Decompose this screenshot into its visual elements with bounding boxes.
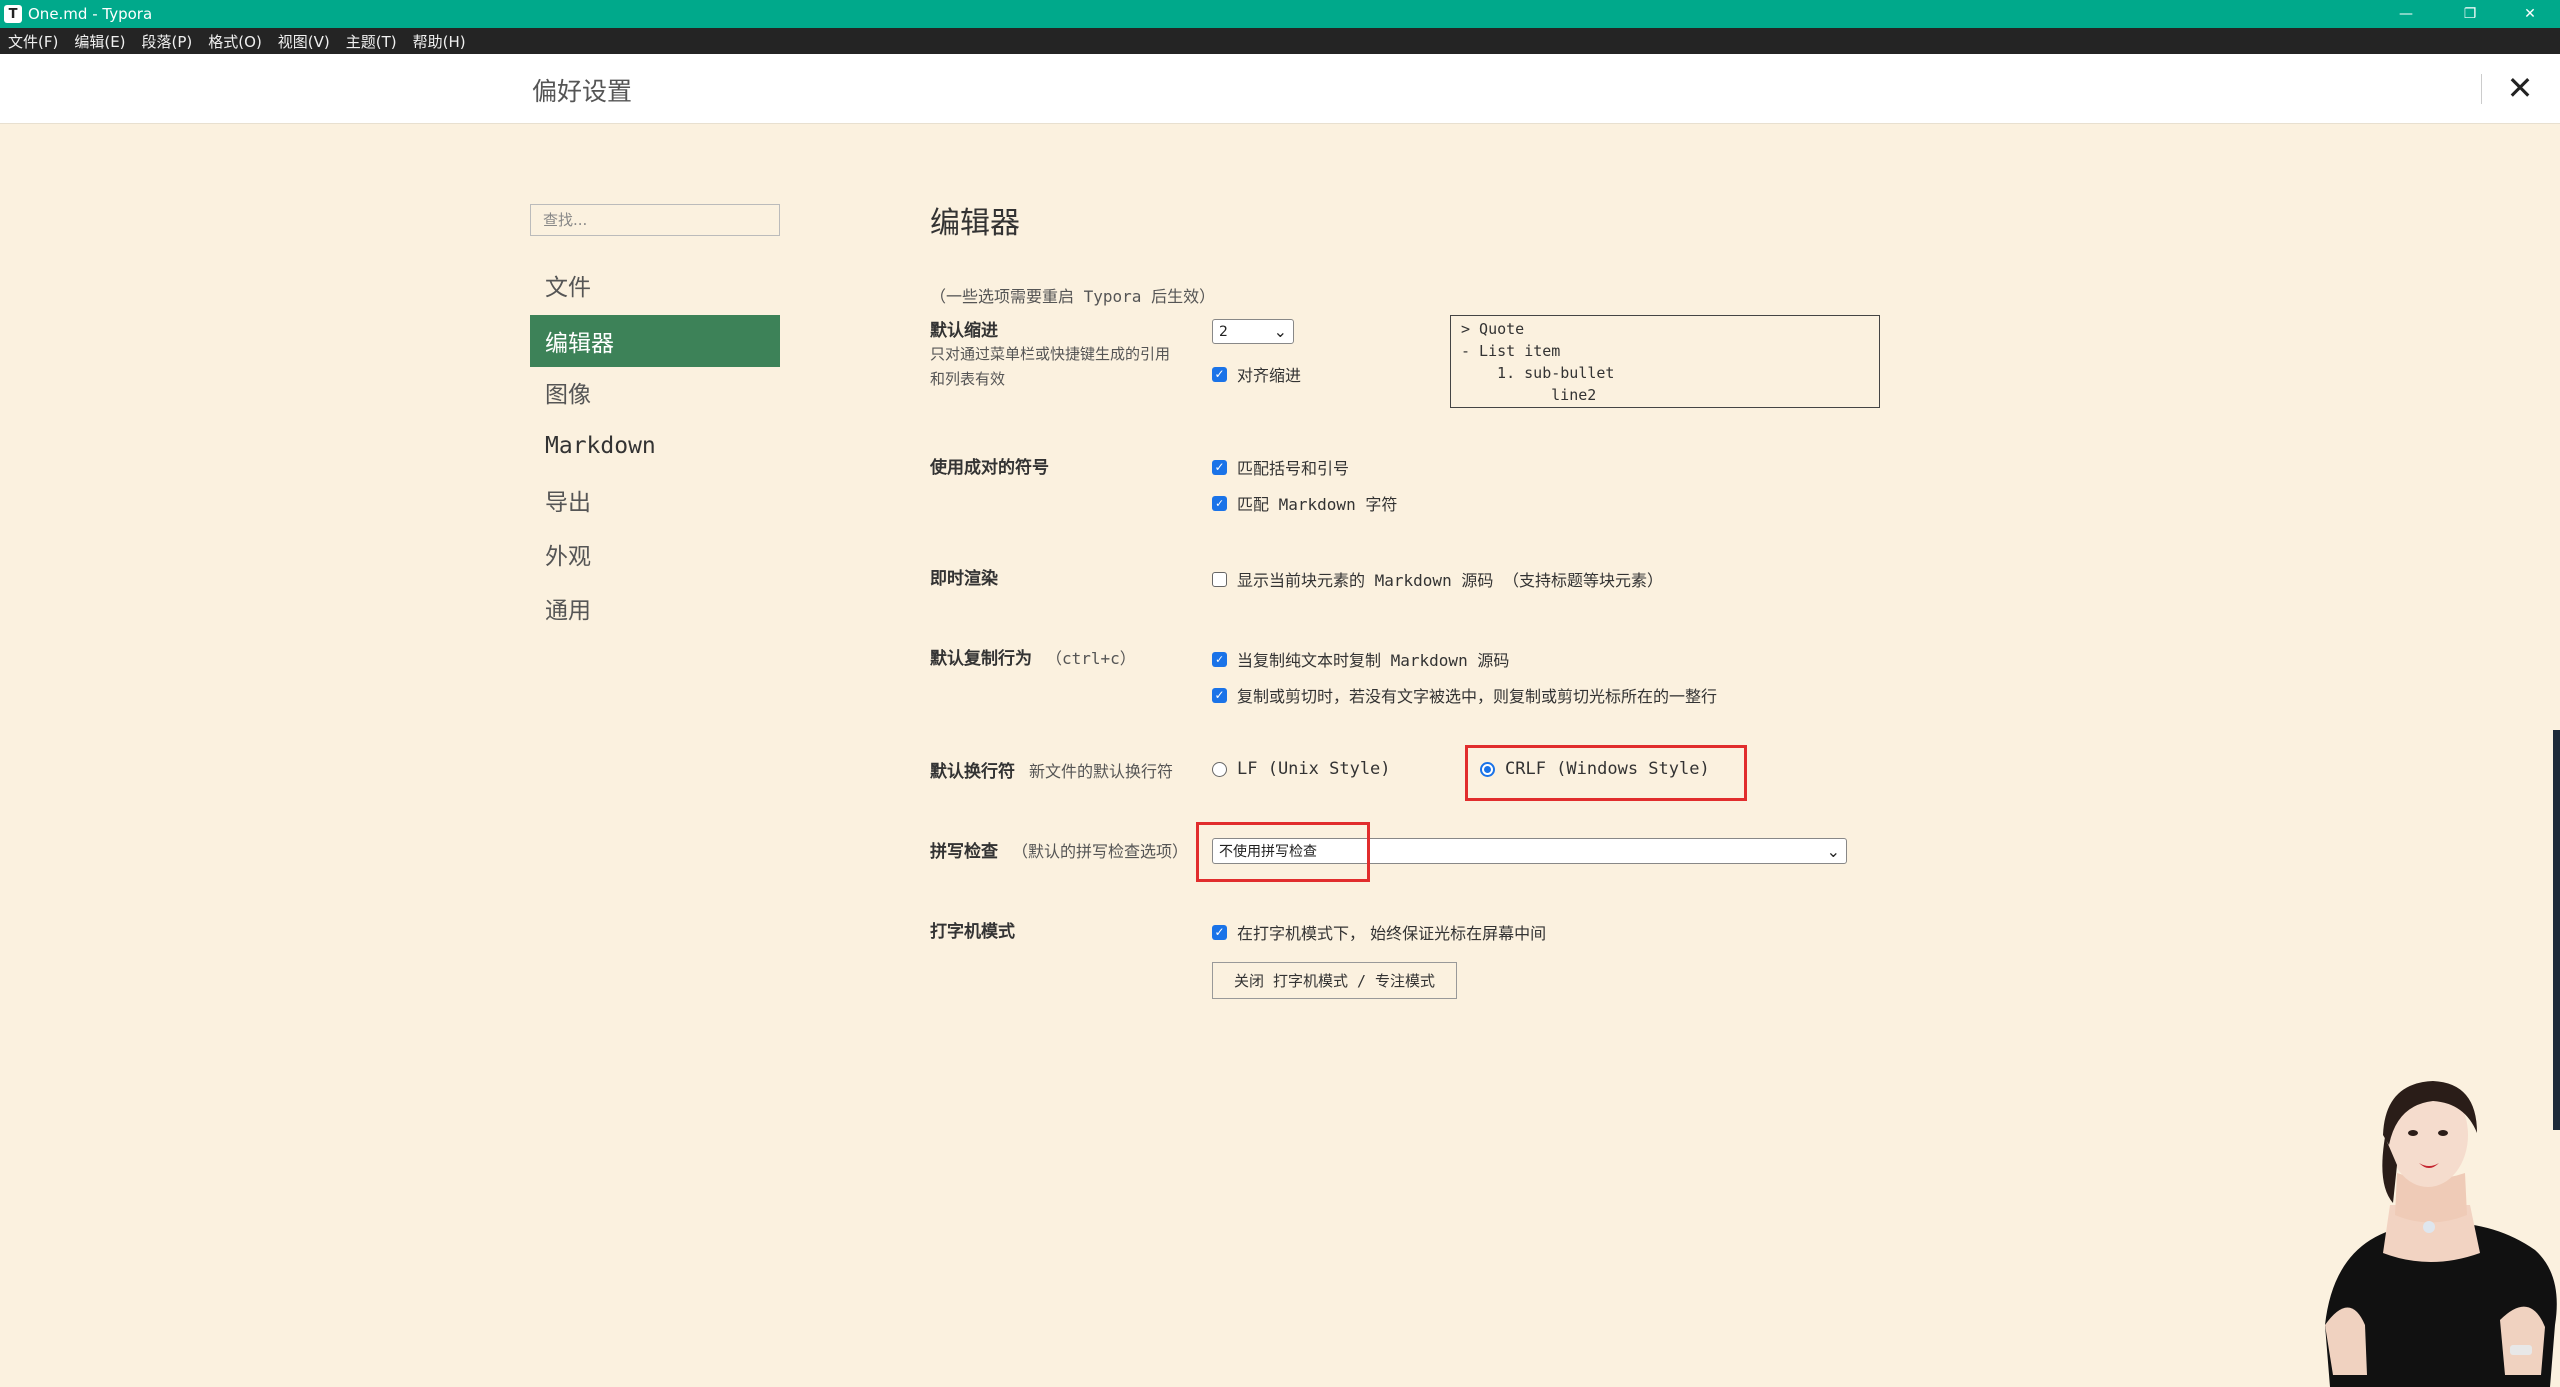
menu-edit[interactable]: 编辑(E) (74, 31, 125, 52)
indent-value: 2 (1219, 323, 1228, 340)
match-markdown-option[interactable]: ✓ 匹配 Markdown 字符 (1212, 491, 1397, 515)
copy-markdown-label: 当复制纯文本时复制 Markdown 源码 (1237, 651, 1510, 670)
title-bar: T One.md - Typora — ❐ ✕ (0, 0, 2560, 28)
preview-line: 1. sub-bullet (1479, 364, 1615, 382)
indent-select[interactable]: 2 ⌄ (1212, 319, 1294, 344)
match-brackets-option[interactable]: ✓ 匹配括号和引号 (1212, 455, 1349, 479)
sidebar-item-appearance[interactable]: 外观 (530, 528, 780, 580)
align-indent-label: 对齐缩进 (1237, 366, 1302, 385)
preview-line: line2 (1506, 386, 1597, 404)
preferences-header: 偏好设置 ✕ (0, 54, 2560, 124)
minimize-button[interactable]: — (2386, 0, 2426, 28)
close-icon: ✕ (2506, 69, 2534, 107)
show-source-label: 显示当前块元素的 Markdown 源码 （支持标题等块元素） (1237, 571, 1663, 590)
newline-sublabel: 新文件的默认换行符 (1029, 762, 1174, 781)
lf-radio[interactable] (1212, 761, 1227, 777)
settings-search-input[interactable] (530, 204, 780, 236)
align-indent-option[interactable]: ✓ 对齐缩进 (1212, 362, 1301, 386)
crlf-highlight-box (1465, 745, 1747, 801)
match-brackets-label: 匹配括号和引号 (1237, 459, 1350, 478)
preview-line: > Quote (1461, 320, 1525, 338)
typewriter-center-checkbox[interactable]: ✓ (1212, 924, 1227, 940)
match-brackets-checkbox[interactable]: ✓ (1212, 459, 1227, 475)
menu-file[interactable]: 文件(F) (8, 31, 58, 52)
align-indent-checkbox[interactable]: ✓ (1212, 366, 1227, 382)
copy-markdown-option[interactable]: ✓ 当复制纯文本时复制 Markdown 源码 (1212, 647, 1509, 671)
indent-preview: > Quote - List item 1. sub-bullet line2 (1450, 315, 1880, 408)
spell-check-title: 拼写检查 (930, 842, 998, 862)
restore-button[interactable]: ❐ (2450, 0, 2490, 28)
header-divider (2481, 74, 2482, 104)
typewriter-center-label: 在打字机模式下， 始终保证光标在屏幕中间 (1237, 924, 1547, 943)
newline-label: 默认换行符 新文件的默认换行符 (930, 757, 1173, 782)
copy-line-label: 复制或剪切时，若没有文字被选中，则复制或剪切光标所在的一整行 (1237, 687, 1718, 706)
menu-bar: 文件(F) 编辑(E) 段落(P) 格式(O) 视图(V) 主题(T) 帮助(H… (0, 28, 2560, 54)
menu-theme[interactable]: 主题(T) (346, 31, 397, 52)
window-title: One.md - Typora (28, 5, 153, 23)
sidebar-item-file[interactable]: 文件 (530, 259, 780, 311)
match-markdown-label: 匹配 Markdown 字符 (1237, 495, 1398, 514)
copy-behavior-label: 默认复制行为 （ctrl+c） (930, 644, 1136, 669)
chevron-down-icon: ⌄ (1826, 841, 1840, 861)
copy-behavior-title: 默认复制行为 (930, 649, 1032, 669)
scrollbar-thumb[interactable] (2553, 730, 2560, 1130)
minimize-icon: — (2399, 6, 2413, 22)
close-typewriter-focus-button[interactable]: 关闭 打字机模式 / 专注模式 (1212, 962, 1457, 999)
pair-symbols-label: 使用成对的符号 (930, 458, 1049, 478)
indent-description: 只对通过菜单栏或快捷键生成的引用和列表有效 (930, 345, 1171, 388)
typewriter-label: 打字机模式 (930, 922, 1015, 942)
decorative-figure-image (2325, 1081, 2557, 1387)
indent-label: 默认缩进 (930, 321, 998, 341)
sidebar-item-markdown[interactable]: Markdown (530, 420, 780, 472)
spell-check-highlight-box (1196, 822, 1370, 882)
typewriter-center-option[interactable]: ✓ 在打字机模式下， 始终保证光标在屏幕中间 (1212, 920, 1546, 944)
menu-paragraph[interactable]: 段落(P) (142, 31, 193, 52)
restore-icon: ❐ (2463, 6, 2477, 22)
window-close-icon: ✕ (2524, 6, 2536, 22)
sidebar-item-export[interactable]: 导出 (530, 474, 780, 526)
newline-title: 默认换行符 (930, 762, 1015, 782)
section-title: 编辑器 (930, 206, 1020, 241)
spell-check-label: 拼写检查 （默认的拼写检查选项） (930, 837, 1188, 862)
copy-line-option[interactable]: ✓ 复制或剪切时，若没有文字被选中，则复制或剪切光标所在的一整行 (1212, 683, 1717, 707)
menu-help[interactable]: 帮助(H) (413, 31, 466, 52)
copy-behavior-shortcut: （ctrl+c） (1046, 649, 1136, 668)
copy-line-checkbox[interactable]: ✓ (1212, 687, 1227, 703)
window-close-button[interactable]: ✕ (2510, 0, 2550, 28)
match-markdown-checkbox[interactable]: ✓ (1212, 495, 1227, 511)
lf-option[interactable]: LF (Unix Style) (1212, 759, 1391, 779)
show-source-checkbox[interactable] (1212, 571, 1227, 587)
spell-check-sublabel: （默认的拼写检查选项） (1012, 842, 1189, 861)
restart-note: （一些选项需要重启 Typora 后生效） (930, 287, 1216, 306)
menu-format[interactable]: 格式(O) (208, 31, 262, 52)
typora-app-icon: T (4, 5, 22, 23)
copy-markdown-checkbox[interactable]: ✓ (1212, 651, 1227, 667)
live-render-label: 即时渲染 (930, 569, 998, 589)
close-preferences-button[interactable]: ✕ (2500, 68, 2540, 108)
lf-label: LF (Unix Style) (1237, 759, 1391, 779)
menu-view[interactable]: 视图(V) (278, 31, 330, 52)
page-title: 偏好设置 (532, 77, 633, 106)
sidebar-item-image-label[interactable]: 图像 (530, 366, 780, 418)
show-source-option[interactable]: 显示当前块元素的 Markdown 源码 （支持标题等块元素） (1212, 567, 1663, 591)
preview-line: - List item (1461, 342, 1561, 360)
sidebar-item-editor[interactable]: 编辑器 (530, 315, 780, 367)
sidebar-item-general[interactable]: 通用 (530, 582, 780, 634)
chevron-down-icon: ⌄ (1273, 322, 1287, 341)
